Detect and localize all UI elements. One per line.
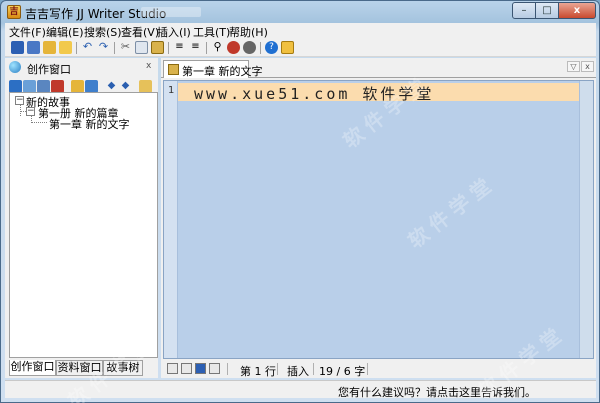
menu-view[interactable]: 查看(V) [121,24,159,40]
edit-mode-icon[interactable] [181,363,192,374]
minimize-button[interactable]: – [512,2,536,19]
document-tab[interactable]: 第一章 新的文字 [163,60,263,78]
status-line: 第 1 行 [240,365,276,378]
menu-help[interactable]: 帮助(H) [229,24,268,40]
menu-edit[interactable]: 编辑(E) [46,24,84,40]
title-bar[interactable]: 吉 吉吉写作 JJ Writer Studio – □ x [1,1,599,23]
cut-icon[interactable]: ✂ [119,41,132,54]
status-mode: 插入 [287,365,309,378]
find-icon[interactable]: ⚲ [211,41,224,54]
replace-icon[interactable] [227,41,240,54]
vertical-scrollbar[interactable] [579,81,593,358]
panel-tabs: 创作窗口 资料窗口 故事树 [9,360,158,377]
maximize-button[interactable]: □ [535,2,559,19]
status-separator [313,363,314,375]
open-icon[interactable] [43,41,56,54]
creation-panel: 创作窗口 x ◆ ◆ − 新的故事 − 第一册 新的篇章 第一章 新的文字 创作… [5,58,158,378]
globe-icon [9,61,21,73]
app-window: 吉 吉吉写作 JJ Writer Studio – □ x 文件(F) 编辑(E… [0,0,600,403]
line-gutter: 1 [164,81,178,358]
about-icon[interactable] [281,41,294,54]
tab-story-tree[interactable]: 故事树 [103,360,143,376]
editor-line-text[interactable]: www.xue51.com 软件学堂 [194,83,434,104]
undo-icon[interactable]: ↶ [81,41,94,54]
view-mode-icon[interactable] [167,363,178,374]
menu-search[interactable]: 搜索(S) [84,24,122,40]
status-separator [227,363,228,375]
save-all-icon[interactable] [27,41,40,54]
toolbar-separator [76,42,77,54]
document-tab-label: 第一章 新的文字 [182,65,263,78]
title-ghost [141,7,201,17]
line-number: 1 [168,85,175,96]
document-tabstrip: 第一章 新的文字 ▽ x [161,58,596,78]
text-editor[interactable]: 1 www.xue51.com 软件学堂 [163,80,594,359]
redo-icon[interactable]: ↷ [97,41,110,54]
new-icon[interactable] [59,41,72,54]
panel-header: 创作窗口 x [5,58,158,77]
document-icon [168,64,179,75]
panel-title: 创作窗口 [27,63,71,76]
editor-status-bar: 第 1 行 插入 19 / 6 字 [163,361,594,378]
toolbar-separator [114,42,115,54]
toolbar-separator [168,42,169,54]
status-separator [367,363,368,375]
menu-file[interactable]: 文件(F) [9,24,46,40]
close-button[interactable]: x [558,2,596,19]
save-status-icon[interactable] [195,363,206,374]
page-icon[interactable] [209,363,220,374]
app-logo-icon: 吉 [7,5,21,19]
find-next-icon[interactable] [243,41,256,54]
tree-line [31,122,47,123]
tab-list-icon[interactable]: ▽ [567,61,580,72]
status-separator [277,363,278,375]
menu-bar: 文件(F) 编辑(E) 搜索(S) 查看(V) 插入(I) 工具(T) 帮助(H… [5,23,596,39]
tab-close-icon[interactable]: x [581,61,594,72]
status-count: 19 / 6 字 [319,365,366,378]
tree-expander-root[interactable]: − [15,96,24,105]
tab-creation[interactable]: 创作窗口 [9,360,56,376]
toolbar-separator [206,42,207,54]
paste-icon[interactable] [151,41,164,54]
indent-icon[interactable]: ≡ [173,41,186,54]
tree-line [20,111,26,112]
menu-insert[interactable]: 插入(I) [157,24,191,40]
toolbar-separator [260,42,261,54]
tree-expander-volume[interactable]: − [26,107,35,116]
feedback-link[interactable]: 您有什么建议吗？请点击这里告诉我们。 [338,384,536,400]
outdent-icon[interactable]: ≡ [189,41,202,54]
copy-icon[interactable] [135,41,148,54]
panel-close-icon[interactable]: x [146,61,151,71]
help-icon[interactable]: ? [265,41,278,54]
main-toolbar: ↶ ↷ ✂ ≡ ≡ ⚲ ? [5,39,596,57]
save-icon[interactable] [11,41,24,54]
tab-materials[interactable]: 资料窗口 [56,360,103,376]
menu-tools[interactable]: 工具(T) [193,24,230,40]
story-tree: − 新的故事 − 第一册 新的篇章 第一章 新的文字 [9,92,158,358]
document-panel: 第一章 新的文字 ▽ x 1 www.xue51.com 软件学堂 第 1 行 … [161,58,596,378]
window-status-bar: 您有什么建议吗？请点击这里告诉我们。 [5,380,596,400]
tree-item-chapter[interactable]: 第一章 新的文字 [49,116,130,132]
